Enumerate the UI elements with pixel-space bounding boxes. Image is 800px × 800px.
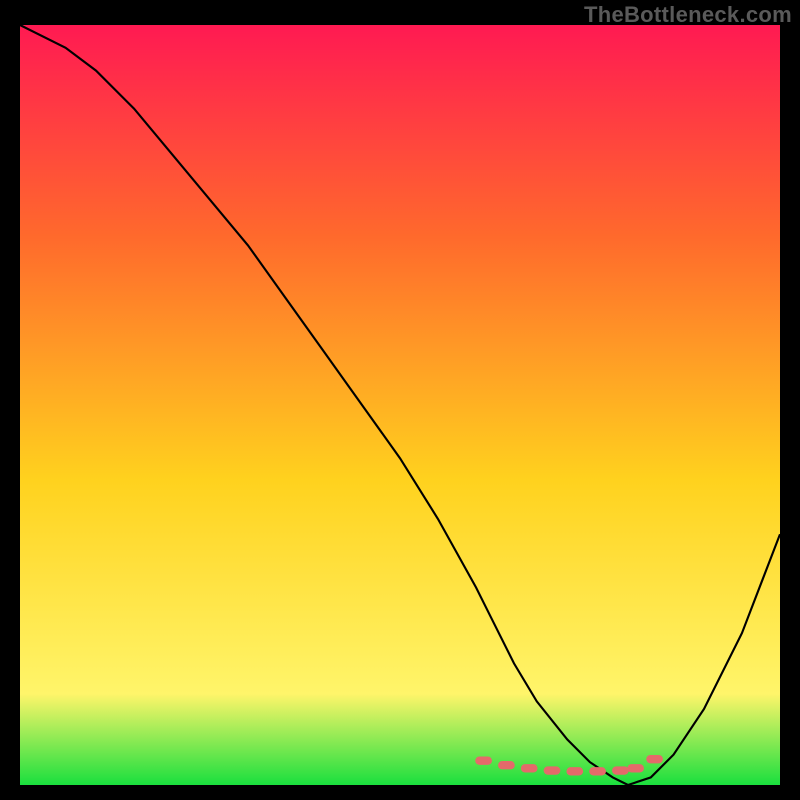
optimal-dot [627,764,644,772]
optimal-dot [646,755,663,763]
chart-background [20,25,780,785]
optimal-dot [544,766,561,774]
bottleneck-chart [20,25,780,785]
optimal-dot [475,757,492,765]
optimal-dot [566,767,583,775]
optimal-dot [589,767,606,775]
optimal-dot [498,761,515,769]
chart-svg [20,25,780,785]
optimal-dot [612,766,629,774]
optimal-dot [521,764,538,772]
